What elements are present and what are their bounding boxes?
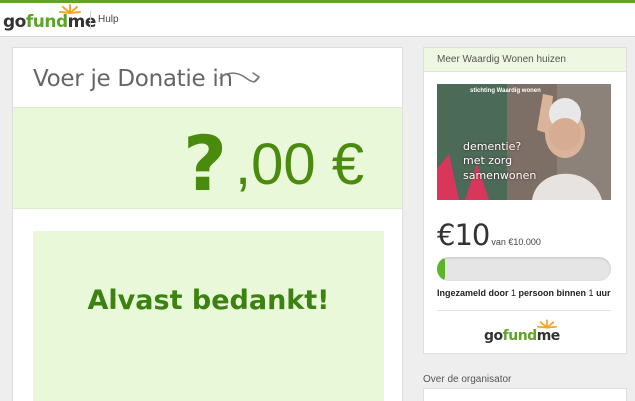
amount-placeholder-mark: ? xyxy=(183,119,228,208)
gofundme-logo[interactable]: gofundme xyxy=(3,4,96,32)
header-divider xyxy=(90,11,91,29)
donation-title: Voer je Donatie in xyxy=(33,66,233,92)
campaign-card: Meer Waardig Wonen huizen stichting Waar… xyxy=(423,47,627,354)
arrow-right-icon xyxy=(219,72,260,83)
raised-summary: €10 van €10.000 xyxy=(437,218,541,252)
site-header: gofundme Hulp xyxy=(0,3,635,37)
organizer-heading: Over de organisator xyxy=(423,374,512,385)
image-org-label: stichting Waardig wonen xyxy=(470,88,541,94)
image-caption: dementie? met zorg samenwonen xyxy=(463,140,537,182)
sun-icon xyxy=(537,319,557,329)
progress-bar xyxy=(437,257,611,281)
help-link[interactable]: Hulp xyxy=(98,14,119,25)
donation-title-row: Voer je Donatie in xyxy=(13,48,402,106)
collected-status: Ingezameld door 1 persoon binnen 1 uur xyxy=(437,288,611,298)
sun-icon xyxy=(59,4,81,14)
thanks-message: Alvast bedankt! xyxy=(87,285,330,316)
goal-amount: van €10.000 xyxy=(491,237,541,247)
raised-amount: €10 xyxy=(437,218,490,252)
organizer-card xyxy=(423,388,627,401)
donation-card: Voer je Donatie in ? ,00 € Alvast bedank… xyxy=(12,47,403,401)
amount-suffix: ,00 € xyxy=(235,132,364,197)
card-divider xyxy=(437,310,611,311)
campaign-header: Meer Waardig Wonen huizen xyxy=(424,48,626,72)
progress-fill xyxy=(437,257,445,281)
donation-amount-input[interactable]: ? ,00 € xyxy=(13,107,402,209)
thanks-panel: Alvast bedankt! xyxy=(33,231,384,401)
campaign-title[interactable]: Meer Waardig Wonen huizen xyxy=(437,54,566,65)
gofundme-card-logo[interactable]: gofundme xyxy=(484,319,560,344)
campaign-image[interactable]: stichting Waardig wonen dementie? met zo… xyxy=(437,84,611,200)
